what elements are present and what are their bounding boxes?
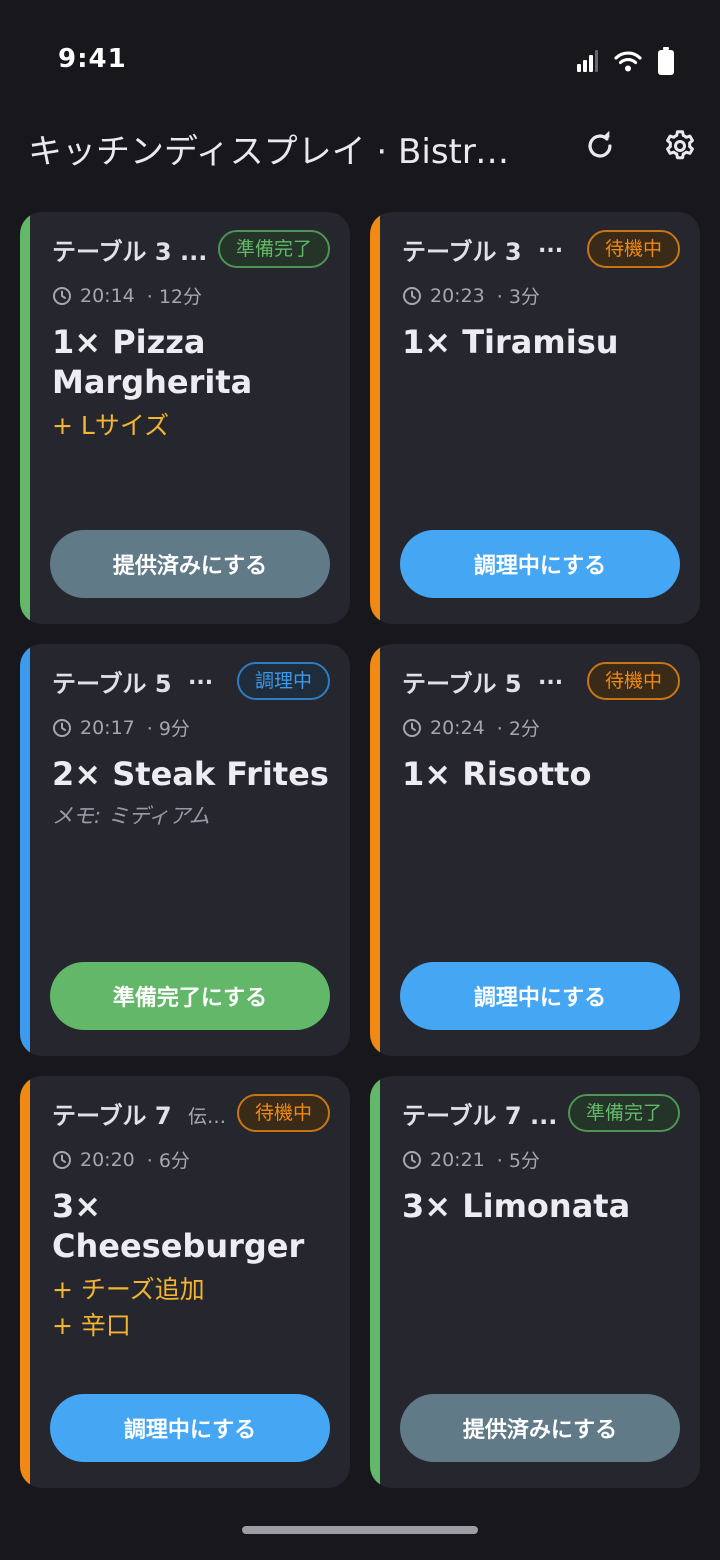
item-name: 3× Limonata: [402, 1187, 631, 1225]
order-meta: 20:20 · 6分: [52, 1146, 190, 1173]
card-header: テーブル 7 ... 準備完了: [402, 1094, 680, 1134]
item-name: 2× Steak Frites: [52, 755, 329, 793]
mark-served-button[interactable]: 提供済みにする: [400, 1394, 680, 1462]
order-time: 20:14: [80, 284, 135, 307]
app-bar: キッチンディスプレイ · Bistro ...: [0, 110, 720, 182]
order-sub-label: ...: [538, 233, 564, 258]
order-meta: 20:23 · 3分: [402, 282, 540, 309]
status-icons: [576, 44, 674, 78]
refresh-button[interactable]: [578, 124, 622, 168]
card-header: テーブル 5 ... 待機中: [402, 662, 680, 702]
gear-icon: [666, 130, 694, 160]
status-badge: 準備完了: [217, 230, 330, 268]
modifier-item: + Lサイズ: [52, 411, 170, 440]
modifier-list: + Lサイズ: [52, 408, 332, 444]
kitchen-display-screen: 9:41 キッチンディスプレイ · Bistro ... テーブル 3 ... …: [0, 0, 720, 1560]
modifier-item: + チーズ追加: [52, 1275, 205, 1304]
status-accent-bar: [20, 644, 30, 1056]
elapsed-time: · 9分: [146, 718, 190, 740]
status-accent-bar: [370, 1076, 380, 1488]
card-header: テーブル 3 ... 準備完了: [52, 230, 330, 270]
elapsed-time: · 5分: [496, 1150, 540, 1172]
order-card: テーブル 5 ... 調理中 20:17 · 9分 2× Steak Frite…: [20, 644, 350, 1056]
app-title: キッチンディスプレイ · Bistro ...: [28, 132, 528, 172]
mark-ready-button[interactable]: 準備完了にする: [50, 962, 330, 1030]
clock-icon: [403, 718, 421, 737]
order-time: 20:17: [80, 716, 135, 739]
order-card: テーブル 5 ... 待機中 20:24 · 2分 1× Risotto 調理中…: [370, 644, 700, 1056]
clock-icon: [403, 286, 421, 305]
order-card: テーブル 3 ... 準備完了 20:14 · 12分 1× Pizza Mar…: [20, 212, 350, 624]
refresh-icon: [588, 130, 612, 158]
mark-cooking-button[interactable]: 調理中にする: [50, 1394, 330, 1462]
order-note: メモ: ミディアム: [52, 804, 210, 828]
order-card: テーブル 7 ... 準備完了 20:21 · 5分 3× Limonata 提…: [370, 1076, 700, 1488]
battery-icon: [658, 47, 674, 75]
clock-icon: [53, 1150, 71, 1169]
table-label: テーブル 3 ...: [52, 238, 208, 266]
card-header: テーブル 3 ... 待機中: [402, 230, 680, 270]
order-sub-label: ...: [538, 665, 564, 690]
table-label: テーブル 7: [52, 1102, 172, 1130]
order-sub-label: ...: [188, 665, 214, 690]
elapsed-time: · 12分: [146, 286, 203, 308]
status-accent-bar: [370, 212, 380, 624]
card-header: テーブル 7 伝… 待機中: [52, 1094, 330, 1134]
item-name: 3× Cheeseburger: [52, 1187, 305, 1265]
order-card: テーブル 7 伝… 待機中 20:20 · 6分 3× Cheeseburger…: [20, 1076, 350, 1488]
order-time: 20:20: [80, 1148, 135, 1171]
table-label: テーブル 5: [402, 670, 522, 698]
order-time: 20:24: [430, 716, 485, 739]
elapsed-time: · 2分: [496, 718, 540, 740]
home-indicator[interactable]: [242, 1526, 478, 1534]
status-bar: 9:41: [0, 0, 720, 120]
clock-icon: [53, 286, 71, 305]
status-accent-bar: [20, 1076, 30, 1488]
table-label: テーブル 5: [52, 670, 172, 698]
elapsed-time: · 3分: [496, 286, 540, 308]
order-meta: 20:24 · 2分: [402, 714, 540, 741]
status-time: 9:41: [58, 44, 127, 74]
status-badge: 準備完了: [567, 1094, 680, 1132]
item-name: 1× Risotto: [402, 755, 592, 793]
status-badge: 待機中: [586, 662, 680, 700]
card-header: テーブル 5 ... 調理中: [52, 662, 330, 702]
status-accent-bar: [370, 644, 380, 1056]
order-card: テーブル 3 ... 待機中 20:23 · 3分 1× Tiramisu 調理…: [370, 212, 700, 624]
modifier-list: + チーズ追加 + 辛口: [52, 1272, 332, 1344]
order-meta: 20:17 · 9分: [52, 714, 190, 741]
item-name: 1× Tiramisu: [402, 323, 619, 361]
orders-grid: テーブル 3 ... 準備完了 20:14 · 12分 1× Pizza Mar…: [20, 212, 700, 1488]
elapsed-time: · 6分: [146, 1150, 190, 1172]
status-accent-bar: [20, 212, 30, 624]
order-meta: 20:14 · 12分: [52, 282, 202, 309]
table-label: テーブル 7 ...: [402, 1102, 558, 1130]
status-badge: 待機中: [586, 230, 680, 268]
clock-icon: [403, 1150, 421, 1169]
order-sub-label: 伝…: [188, 1106, 227, 1128]
order-time: 20:21: [430, 1148, 485, 1171]
mark-cooking-button[interactable]: 調理中にする: [400, 962, 680, 1030]
item-name: 1× Pizza Margherita: [52, 323, 253, 401]
order-time: 20:23: [430, 284, 485, 307]
wifi-icon: [614, 51, 642, 72]
table-label: テーブル 3: [402, 238, 522, 266]
status-badge: 調理中: [236, 662, 330, 700]
settings-button[interactable]: [658, 124, 702, 168]
modifier-item: + 辛口: [52, 1311, 131, 1340]
signal-icon: [577, 50, 598, 72]
clock-icon: [53, 718, 71, 737]
mark-served-button[interactable]: 提供済みにする: [50, 530, 330, 598]
order-meta: 20:21 · 5分: [402, 1146, 540, 1173]
status-badge: 待機中: [236, 1094, 330, 1132]
mark-cooking-button[interactable]: 調理中にする: [400, 530, 680, 598]
